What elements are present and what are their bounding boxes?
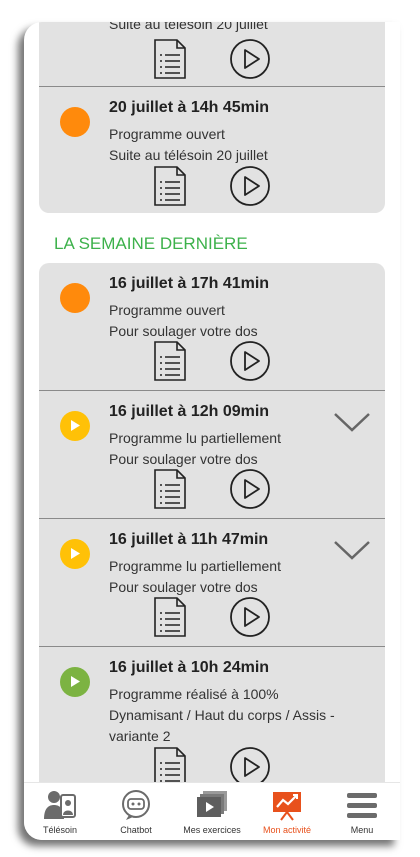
tab-label: Mon activité bbox=[262, 825, 312, 835]
item-subtitle: Suite au télésoin 20 juillet bbox=[109, 22, 268, 32]
phone-frame: Suite au télésoin 20 juillet 20 juillet … bbox=[24, 22, 400, 840]
tab-label: Menu bbox=[350, 825, 374, 835]
item-status: Programme ouvert bbox=[109, 126, 225, 142]
activity-list[interactable]: Suite au télésoin 20 juillet 20 juillet … bbox=[24, 22, 400, 782]
status-partial-icon bbox=[60, 539, 90, 569]
card-last-week: 16 juillet à 17h 41min Programme ouvert … bbox=[39, 263, 385, 782]
document-icon[interactable] bbox=[152, 596, 188, 638]
tab-mes-exercices[interactable]: Mes exercices bbox=[180, 783, 244, 840]
play-button[interactable] bbox=[229, 468, 271, 510]
item-title: 16 juillet à 11h 47min bbox=[109, 531, 269, 548]
play-button[interactable] bbox=[229, 165, 271, 207]
document-icon[interactable] bbox=[152, 165, 188, 207]
document-icon[interactable] bbox=[152, 38, 188, 80]
item-status: Programme lu partiellement bbox=[109, 430, 281, 446]
list-item[interactable]: 16 juillet à 11h 47min Programme lu part… bbox=[39, 519, 385, 646]
list-item[interactable]: 16 juillet à 10h 24min Programme réalisé… bbox=[39, 647, 385, 782]
item-subtitle: Pour soulager votre dos bbox=[109, 451, 258, 467]
bottom-tab-bar: Télésoin Chatbot Mes exercices Mon activ… bbox=[24, 782, 400, 840]
status-done-icon bbox=[60, 667, 90, 697]
chatbot-icon bbox=[122, 790, 150, 820]
section-title: LA SEMAINE DERNIÈRE bbox=[54, 234, 248, 253]
play-button[interactable] bbox=[229, 340, 271, 382]
status-partial-icon bbox=[60, 411, 90, 441]
list-item[interactable]: 20 juillet à 14h 45min Programme ouvert … bbox=[39, 87, 385, 213]
tab-menu[interactable]: Menu bbox=[334, 783, 390, 840]
menu-icon bbox=[347, 793, 377, 818]
play-button[interactable] bbox=[229, 596, 271, 638]
tab-label: Mes exercices bbox=[183, 825, 241, 835]
play-button[interactable] bbox=[229, 746, 271, 782]
document-icon[interactable] bbox=[152, 468, 188, 510]
tab-chatbot[interactable]: Chatbot bbox=[106, 783, 166, 840]
item-subtitle: Suite au télésoin 20 juillet bbox=[109, 147, 268, 163]
item-status: Programme lu partiellement bbox=[109, 558, 281, 574]
activity-icon bbox=[273, 792, 301, 821]
telesoin-icon bbox=[44, 791, 76, 819]
tab-mon-activite[interactable]: Mon activité bbox=[256, 783, 318, 840]
exercises-icon bbox=[197, 791, 227, 817]
item-status: Programme réalisé à 100% bbox=[109, 686, 279, 702]
status-open-icon bbox=[60, 107, 90, 137]
item-title: 16 juillet à 10h 24min bbox=[109, 659, 270, 676]
document-icon[interactable] bbox=[152, 340, 188, 382]
item-title: 16 juillet à 12h 09min bbox=[109, 403, 270, 420]
tab-label: Télésoin bbox=[42, 825, 78, 835]
tab-telesoin[interactable]: Télésoin bbox=[30, 783, 90, 840]
chevron-down-icon[interactable] bbox=[333, 411, 371, 433]
list-item[interactable]: 16 juillet à 12h 09min Programme lu part… bbox=[39, 391, 385, 518]
play-button[interactable] bbox=[229, 38, 271, 80]
list-item[interactable]: 16 juillet à 17h 41min Programme ouvert … bbox=[39, 263, 385, 390]
item-subtitle: Dynamisant / Haut du corps / Assis - bbox=[109, 707, 335, 723]
status-open-icon bbox=[60, 283, 90, 313]
item-subtitle-cont: variante 2 bbox=[109, 728, 171, 744]
item-subtitle: Pour soulager votre dos bbox=[109, 579, 258, 595]
document-icon[interactable] bbox=[152, 746, 188, 782]
tab-label: Chatbot bbox=[120, 825, 152, 835]
item-title: 16 juillet à 17h 41min bbox=[109, 275, 270, 292]
item-status: Programme ouvert bbox=[109, 302, 225, 318]
item-title: 20 juillet à 14h 45min bbox=[109, 99, 270, 116]
card-this-week: Suite au télésoin 20 juillet 20 juillet … bbox=[39, 22, 385, 213]
item-subtitle: Pour soulager votre dos bbox=[109, 323, 258, 339]
chevron-down-icon[interactable] bbox=[333, 539, 371, 561]
